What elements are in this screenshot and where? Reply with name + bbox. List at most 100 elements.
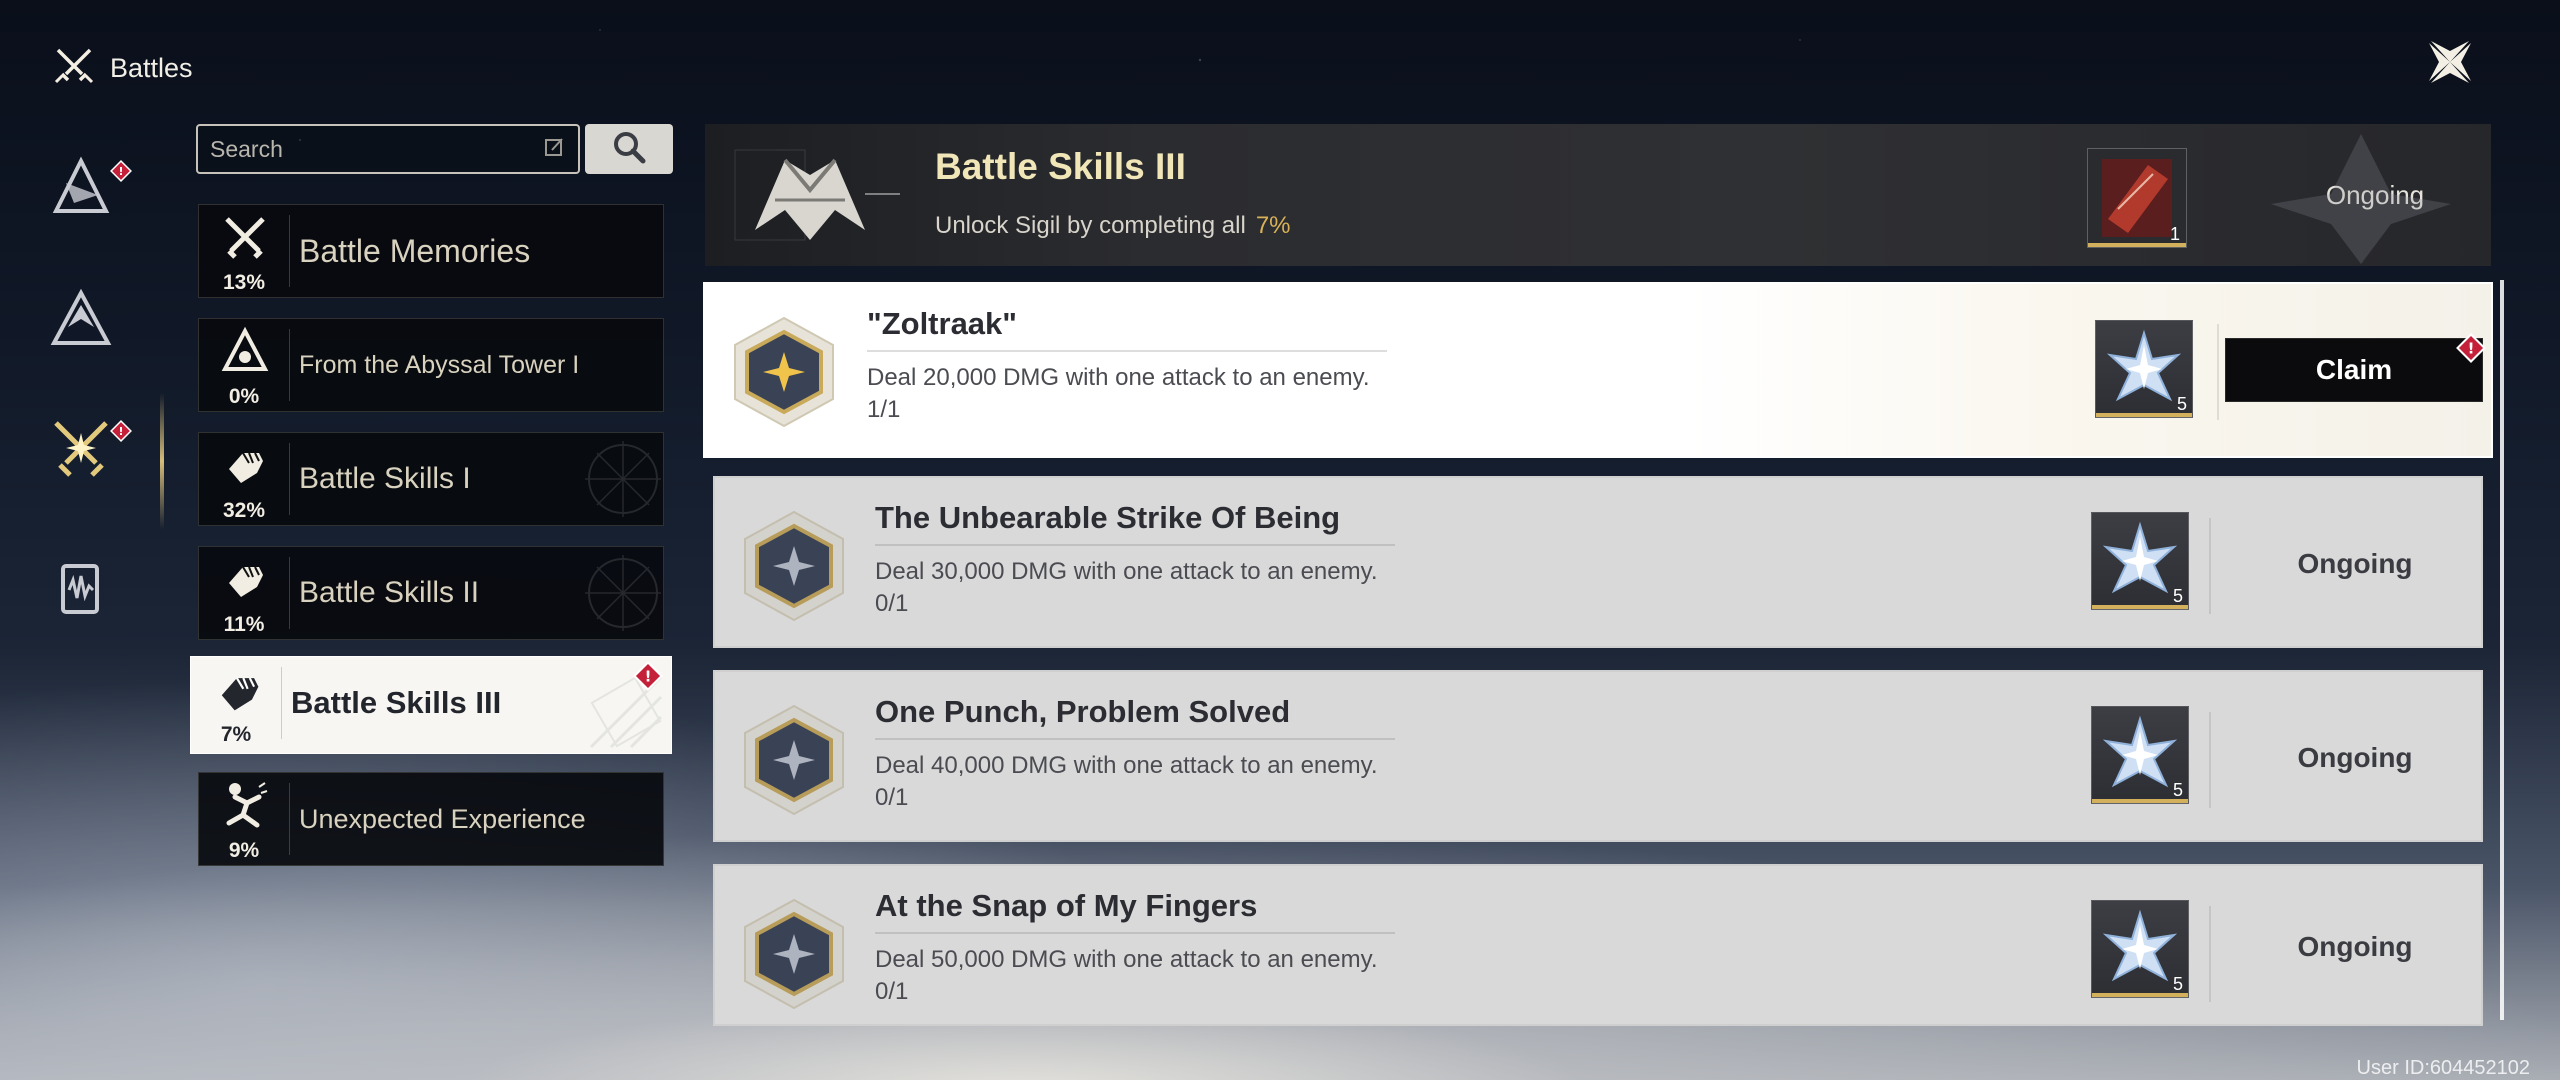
category-percent: 0% — [228, 385, 260, 408]
category-label: From the Abyssal Tower I — [299, 350, 580, 379]
task-status: Ongoing — [2297, 548, 2413, 579]
mountain-icon — [46, 283, 116, 358]
task-title: The Unbearable Strike Of Being — [875, 500, 1395, 546]
banner-title: Battle Skills III — [935, 146, 1186, 187]
task-progress: 1/1 — [867, 396, 901, 423]
divider — [289, 783, 290, 855]
task-description: Deal 40,000 DMG with one attack to an en… — [875, 752, 1378, 779]
category-label: Battle Skills II — [299, 576, 480, 609]
rail-item-exploration[interactable]: ! — [36, 150, 132, 230]
divider — [289, 557, 290, 629]
search-icon — [611, 129, 647, 170]
close-button[interactable] — [2420, 36, 2480, 92]
category-percent: 7% — [220, 723, 252, 746]
clasped-hands-emblem-icon — [715, 130, 905, 265]
task-list-scrollbar[interactable] — [2500, 280, 2504, 1020]
category-icon-box: 0% — [199, 319, 289, 411]
task-item-unbearable-strike: The Unbearable Strike Of Being Deal 30,0… — [713, 476, 2483, 648]
svg-text:!: ! — [645, 667, 652, 685]
search-field[interactable] — [196, 124, 580, 174]
category-item-battle-memories[interactable]: 13% Battle Memories — [198, 204, 664, 298]
category-icon-box: 13% — [199, 205, 289, 297]
category-icon-box: 32% — [199, 433, 289, 525]
task-title: "Zoltraak" — [867, 306, 1387, 352]
category-item-battle-skills-2[interactable]: 11% Battle Skills II — [198, 546, 664, 640]
task-description: Deal 30,000 DMG with one attack to an en… — [875, 558, 1378, 585]
task-item-snap-fingers: At the Snap of My Fingers Deal 50,000 DM… — [713, 864, 2483, 1026]
claim-button[interactable]: Claim ! — [2225, 333, 2486, 402]
task-progress: 0/1 — [875, 590, 909, 617]
edit-icon — [544, 136, 566, 163]
reward-rarity-bar — [2092, 605, 2188, 609]
category-banner: Battle Skills III Unlock Sigil by comple… — [705, 124, 2491, 266]
category-item-battle-skills-1[interactable]: 32% Battle Skills I — [198, 432, 664, 526]
divider — [281, 667, 282, 739]
task-reward-item[interactable]: 5 — [2091, 706, 2189, 804]
task-status: Ongoing — [2297, 931, 2413, 962]
task-item-zoltraak: "Zoltraak" Deal 20,000 DMG with one atta… — [703, 282, 2493, 458]
search-button[interactable] — [585, 124, 673, 174]
divider — [289, 443, 290, 515]
sigil-reward-item[interactable]: 1 — [2087, 148, 2187, 248]
category-label: Battle Skills III — [291, 685, 502, 720]
reward-rarity-bar — [2088, 243, 2186, 247]
task-item-one-punch: One Punch, Problem Solved Deal 40,000 DM… — [713, 670, 2483, 842]
reward-quantity: 5 — [2172, 974, 2183, 994]
task-description: Deal 20,000 DMG with one attack to an en… — [867, 364, 1370, 391]
rail-item-battles[interactable]: ! — [36, 410, 132, 490]
achievement-hexagon-icon — [739, 896, 849, 1017]
rail-item-records[interactable] — [36, 550, 126, 630]
search-input[interactable] — [210, 135, 544, 163]
category-label: Unexpected Experience — [299, 803, 586, 834]
task-progress: 0/1 — [875, 978, 909, 1005]
user-id-label: User ID:604452102 — [2356, 1057, 2530, 1079]
task-reward-item[interactable]: 5 — [2095, 320, 2193, 418]
banner-subtitle: Unlock Sigil by completing all 7% — [935, 212, 1291, 240]
alert-badge-icon: ! — [633, 661, 663, 696]
reward-rarity-bar — [2096, 413, 2192, 417]
category-label: Battle Memories — [299, 232, 531, 269]
alert-badge-icon: ! — [2456, 333, 2486, 370]
compass-watermark-icon — [553, 547, 663, 639]
achievement-hexagon-icon — [739, 702, 849, 823]
banner-subtitle-text: Unlock Sigil by completing all — [935, 212, 1246, 239]
reward-rarity-bar — [2092, 993, 2188, 997]
reward-quantity: 5 — [2172, 780, 2183, 800]
category-item-unexpected-experience[interactable]: 9% Unexpected Experience — [198, 772, 664, 866]
reward-rarity-bar — [2092, 799, 2188, 803]
category-icon-box: 7% — [191, 657, 281, 749]
rail-item-tower[interactable] — [36, 280, 126, 360]
category-icon-box: 11% — [199, 547, 289, 639]
category-percent: 32% — [222, 499, 266, 522]
category-percent: 13% — [222, 271, 266, 294]
close-icon — [2425, 37, 2475, 92]
svg-text:!: ! — [118, 425, 123, 438]
achievement-hexagon-gold-icon — [729, 314, 839, 435]
divider — [2217, 324, 2219, 420]
compass-triangle-icon — [46, 153, 116, 228]
task-title: One Punch, Problem Solved — [875, 694, 1395, 740]
book-wave-icon — [51, 558, 111, 623]
alert-badge-icon: ! — [110, 420, 132, 442]
rail-active-indicator — [160, 393, 164, 529]
category-item-battle-skills-3[interactable]: 7% Battle Skills III ! — [190, 656, 672, 754]
compass-watermark-icon — [553, 433, 663, 525]
task-status: Ongoing — [2297, 742, 2413, 773]
category-percent: 9% — [228, 839, 260, 862]
category-item-abyssal-tower[interactable]: 0% From the Abyssal Tower I — [198, 318, 664, 412]
task-reward-item[interactable]: 5 — [2091, 900, 2189, 998]
svg-text:!: ! — [118, 165, 123, 178]
flower-decoration-icon — [2231, 124, 2491, 266]
task-reward-item[interactable]: 5 — [2091, 512, 2189, 610]
divider — [289, 215, 290, 287]
task-progress: 0/1 — [875, 784, 909, 811]
category-icon-box: 9% — [199, 773, 289, 865]
reward-quantity: 5 — [2176, 394, 2187, 414]
category-percent: 11% — [223, 613, 265, 636]
claim-button-label: Claim — [2315, 354, 2393, 385]
crossed-swords-icon — [52, 44, 96, 93]
page-title: Battles — [110, 53, 193, 83]
task-title: At the Snap of My Fingers — [875, 888, 1395, 934]
reward-quantity: 1 — [2169, 224, 2180, 244]
divider — [289, 329, 290, 401]
